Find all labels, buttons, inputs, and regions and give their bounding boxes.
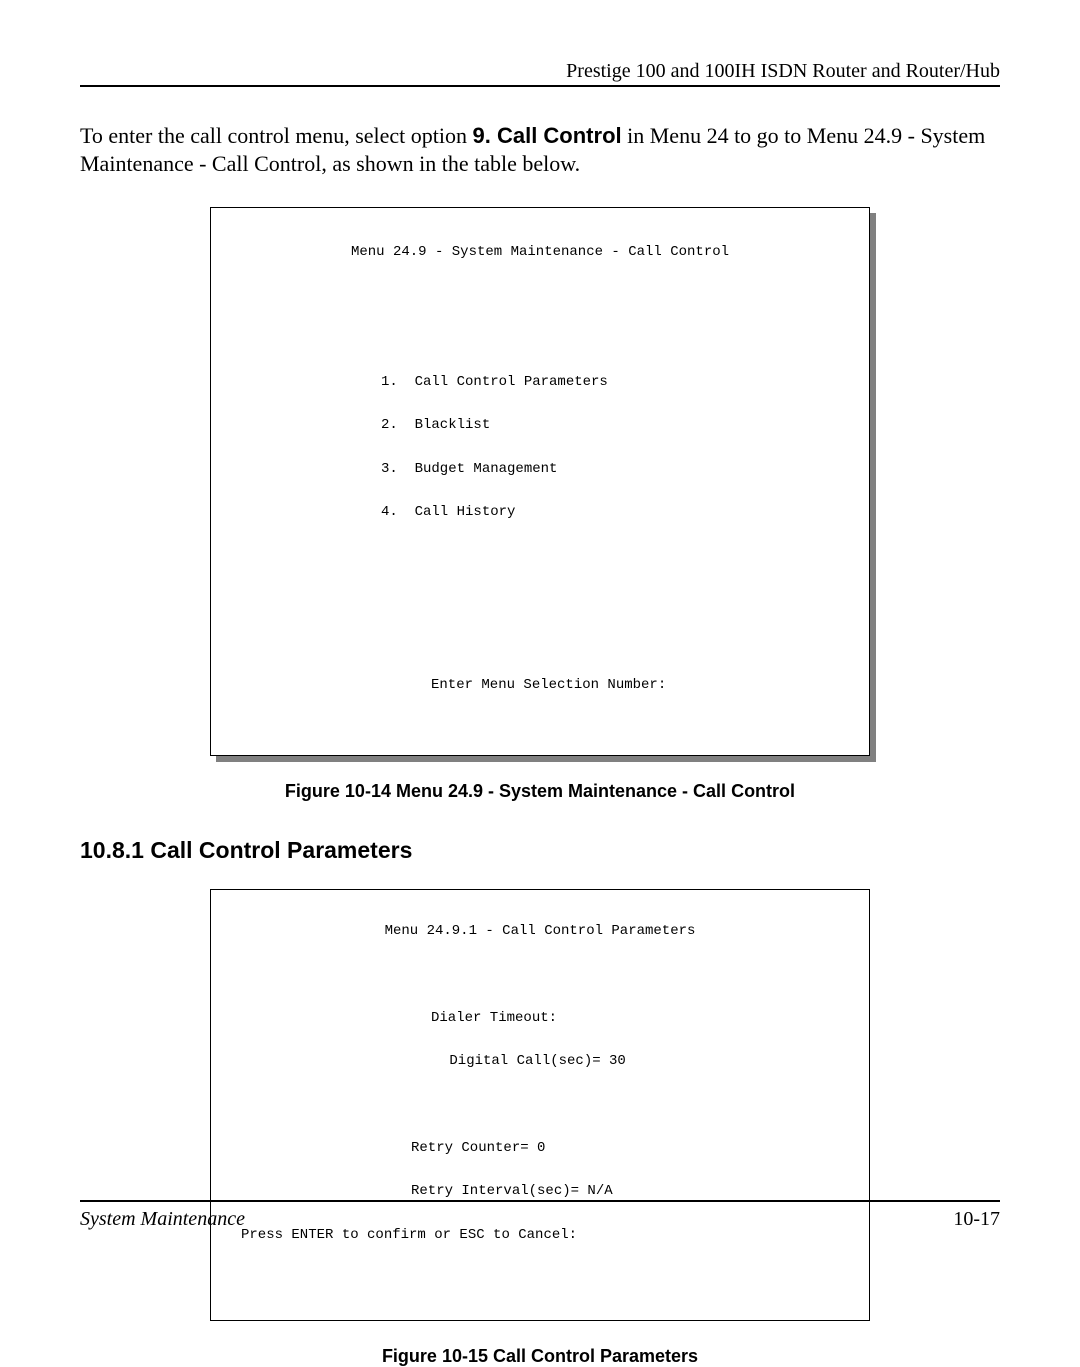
intro-paragraph: To enter the call control menu, select o…: [80, 122, 1000, 177]
menu1-title: Menu 24.9 - System Maintenance - Call Co…: [211, 242, 869, 264]
footer-page-number: 10-17: [953, 1208, 1000, 1231]
terminal-box-1: Menu 24.9 - System Maintenance - Call Co…: [210, 207, 870, 756]
terminal-screen-1: Menu 24.9 - System Maintenance - Call Co…: [210, 207, 870, 756]
terminal-box-2: Menu 24.9.1 - Call Control Parameters Di…: [210, 889, 870, 1321]
menu1-item-2: 2. Blacklist: [211, 415, 869, 437]
header-title: Prestige 100 and 100IH ISDN Router and R…: [80, 60, 1000, 83]
menu1-prompt: Enter Menu Selection Number:: [211, 675, 869, 697]
menu1-item-1: 1. Call Control Parameters: [211, 372, 869, 394]
menu1-item-4: 4. Call History: [211, 502, 869, 524]
document-page: Prestige 100 and 100IH ISDN Router and R…: [0, 0, 1080, 1281]
page-footer: System Maintenance 10-17: [80, 1200, 1000, 1231]
footer-section-name: System Maintenance: [80, 1208, 245, 1231]
menu1-item-3: 3. Budget Management: [211, 459, 869, 481]
menu2-title: Menu 24.9.1 - Call Control Parameters: [211, 921, 869, 943]
figure-2-caption: Figure 10-15 Call Control Parameters: [80, 1346, 1000, 1367]
intro-bold-text: 9. Call Control: [473, 123, 622, 148]
menu2-retry-counter: Retry Counter= 0: [211, 1138, 869, 1160]
header-rule: Prestige 100 and 100IH ISDN Router and R…: [80, 60, 1000, 87]
terminal-screen-2: Menu 24.9.1 - Call Control Parameters Di…: [210, 889, 870, 1321]
section-heading: 10.8.1 Call Control Parameters: [80, 837, 1000, 864]
figure-1-caption: Figure 10-14 Menu 24.9 - System Maintena…: [80, 781, 1000, 802]
intro-prefix-text: To enter the call control menu, select o…: [80, 123, 473, 148]
menu2-digital-call: Digital Call(sec)= 30: [211, 1051, 869, 1073]
menu2-dialer-timeout: Dialer Timeout:: [211, 1008, 869, 1030]
